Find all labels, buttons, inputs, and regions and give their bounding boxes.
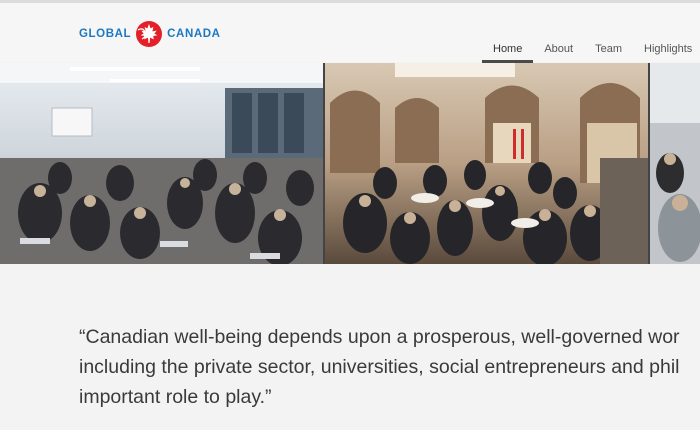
main-nav: Home About Team Highlights <box>482 41 700 63</box>
nav-team[interactable]: Team <box>584 41 633 62</box>
site-header: GLOBAL CANADA Home About Team Highlights <box>0 3 700 63</box>
nav-highlights[interactable]: Highlights <box>633 41 700 62</box>
nav-about[interactable]: About <box>533 41 584 62</box>
atrium-reception-photo <box>325 63 648 264</box>
logo-word-global: GLOBAL <box>79 28 132 40</box>
logo-word-canada: CANADA <box>167 28 221 40</box>
photo-banner <box>0 63 700 264</box>
mission-quote: “Canadian well-being depends upon a pros… <box>79 325 680 408</box>
seated-guests-photo <box>650 63 700 264</box>
nav-home[interactable]: Home <box>482 41 534 63</box>
conference-room-photo <box>0 63 323 264</box>
site-logo[interactable]: GLOBAL CANADA <box>79 20 221 48</box>
maple-globe-icon <box>136 21 163 47</box>
